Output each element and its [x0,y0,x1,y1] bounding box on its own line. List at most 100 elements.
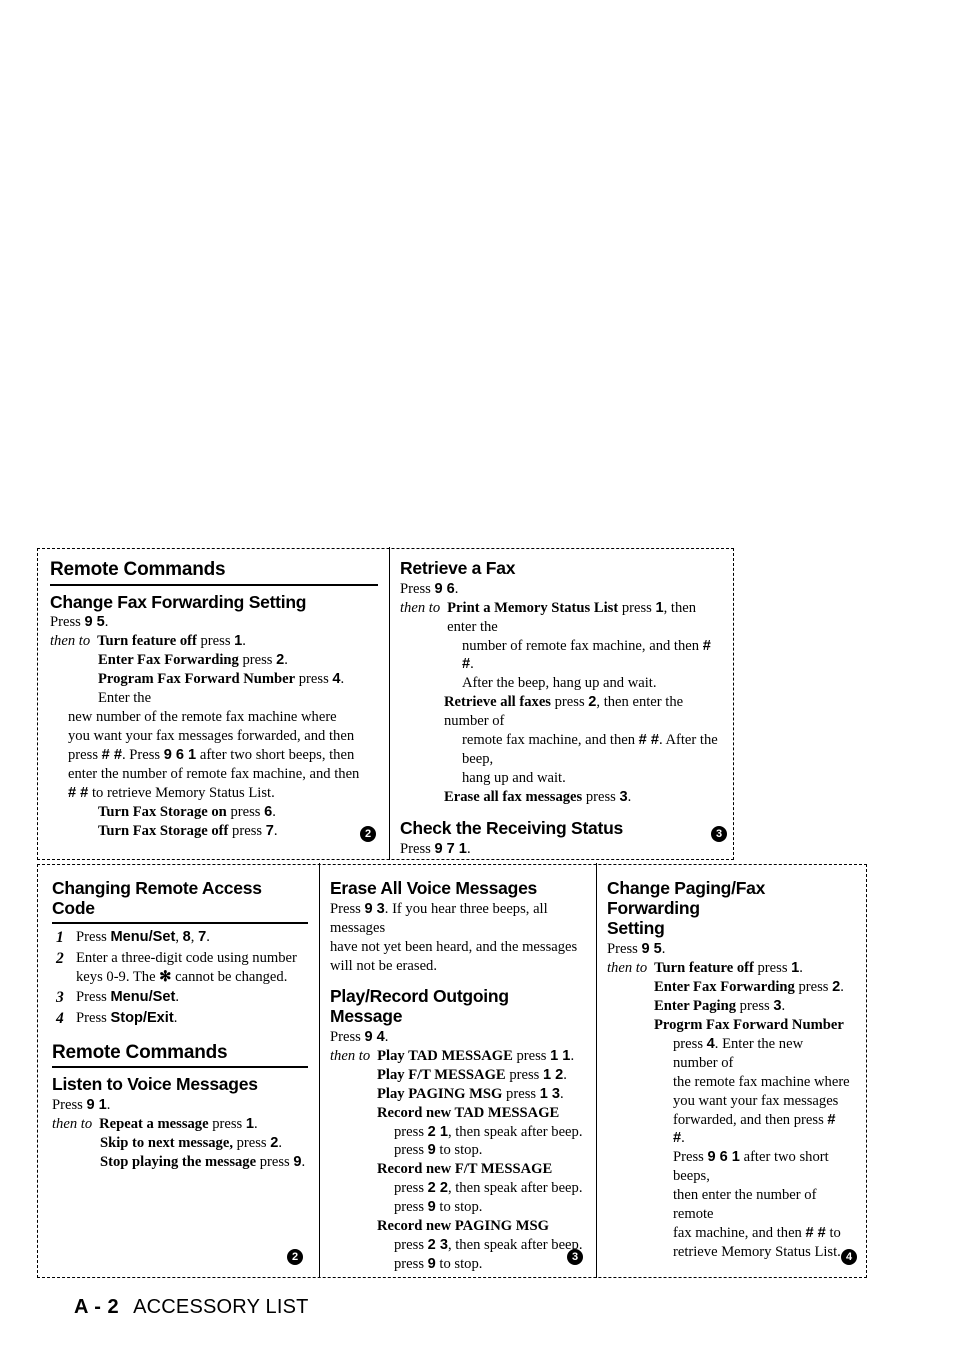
frag-b: to stop. [435,1256,483,1273]
frag-key-2: 9 6 1 [163,747,197,764]
frag-b: , then speak after beep. [447,1180,583,1197]
frag-key: 9 [427,1142,436,1159]
step-item: 2 Enter a three-digit code using number … [52,949,308,987]
progrm-line-4: forwarded, and then press # #. [607,1111,851,1149]
record-group-line-1: press 2 2, then speak after beep. [330,1179,584,1198]
item-key: 1 1 [550,1047,571,1064]
record-group-line-2: press 9 to stop. [330,1141,584,1160]
item-bold: Turn Fax Storage on [98,804,227,821]
item-tail: . [563,1066,567,1083]
paging-press-line: Press 9 5. [607,940,851,959]
item-rest: press [736,997,774,1014]
then-to-row-1: then to Turn feature off press 1. [50,632,378,651]
frag-b: . Press [121,747,164,764]
frag-key: 4 [706,1035,715,1052]
step-item: 1 Press Menu/Set, 8, 7. [52,928,308,948]
item-bold: Print a Memory Status List [447,599,619,616]
bottom-group-divider-1 [319,863,320,1279]
play-then-to-row-3: Play PAGING MSG press 1 3. [330,1085,584,1104]
item-tail: . [242,633,246,650]
frag-tail: . [206,929,210,946]
step-number: 2 [56,950,64,968]
page-marker-2-bottom-left: 2 [287,1249,303,1265]
retrieve-press-line: Press 9 6. [400,580,722,599]
frag-key: 9 [427,1256,436,1273]
frag-key-2: 7 [198,929,207,946]
item-bold: Enter Fax Forwarding [98,652,239,669]
frag-b: , then speak after beep. [447,1237,583,1254]
erase-line-3: will not be erased. [330,957,437,974]
item-key: 3 [619,789,628,806]
item-key: 1 2 [542,1066,564,1083]
footer-title: ACCESSORY LIST [133,1296,309,1318]
item-bold: Program Fax Forward Number [98,671,296,688]
press-label: Press [50,614,81,631]
record-group-title: Record new TAD MESSAGE [377,1104,560,1121]
frag-bold: Menu/Set [110,929,176,946]
footer-page-number: A - 2 [74,1296,120,1318]
press-end: . [104,614,109,631]
frag-key: # # [68,785,89,802]
frag-a: Press [330,900,365,917]
item-bold: Play PAGING MSG [377,1085,503,1102]
heading-change-paging-fax-forwarding-line-1: Change Paging/Fax Forwarding [607,878,766,918]
frag-pre: Press [76,1010,111,1027]
press-keys: 9 5 [641,940,662,957]
item-rest: press [550,694,589,711]
then-to-label: then to [52,1115,93,1132]
press-line: Press 9 5. [50,613,378,632]
item-bold: Repeat a message [99,1115,209,1132]
frag-key-1: # # [101,747,122,764]
press-label: Press [607,940,638,957]
frag-a: press [394,1199,428,1216]
frag-mid: , [175,929,183,946]
item-tail: . [799,959,803,976]
frag-a: forwarded, and then press [673,1111,828,1128]
frag-bold: Stop/Exit [110,1010,174,1027]
press-label: Press [52,1096,83,1113]
frag-line-2b: cannot be changed. [171,969,288,986]
item-tail: . [278,1134,283,1151]
erase-line-2: have not yet been heard, and the message… [330,938,578,955]
frag-key: # # [805,1225,826,1242]
step-text: Press Menu/Set, 8, 7. [76,928,308,947]
step-text: Press Stop/Exit. [76,1009,308,1028]
item-bold: Stop playing the message [100,1153,257,1170]
page-marker-3-bottom-middle: 3 [567,1249,583,1265]
access-code-steps: 1 Press Menu/Set, 8, 7. 2 Enter a three-… [52,928,308,1029]
step-number: 4 [56,1010,64,1028]
record-group-line-2: press 9 to stop. [330,1255,584,1274]
retrieve-cont-line-1: remote fax machine, and then # #. After … [400,731,722,769]
frag-b: . [681,1130,685,1147]
frag-line-1: Enter a three-digit code using number [76,950,297,967]
item-key: 2 [832,978,841,995]
heading-change-fax-forwarding-setting: Change Fax Forwarding Setting [50,591,307,612]
frag-key: 9 6 1 [707,1149,740,1166]
listen-then-to-row-1: then to Repeat a message press 1. [52,1115,308,1134]
retrieve-then-to-row-2: Retrieve all faxes press 2, then enter t… [400,693,722,731]
item-rest: press [794,978,833,995]
retrieve-then-to-row-3: Erase all fax messages press 3. [400,788,722,807]
progrm-line-1: press 4. Enter the new number of [607,1035,851,1073]
item-rest: press [295,671,333,688]
frag-key: 9 [427,1199,436,1216]
then-to-label: then to [607,959,648,976]
frag-pre: Press [76,989,111,1006]
play-then-to-row-2: Play F/T MESSAGE press 1 2. [330,1066,584,1085]
item-tail: . [301,1153,306,1170]
item-bold: Retrieve all faxes [444,694,551,711]
panel-change-fax-forwarding: Remote Commands Change Fax Forwarding Se… [46,555,384,855]
frag-a: fax machine, and then [673,1225,806,1242]
panel-retrieve-a-fax: Retrieve a Fax Press 9 6. then to Print … [398,555,728,855]
heading-remote-commands: Remote Commands [50,559,378,586]
press-keys: 9 7 1 [434,840,467,855]
frag-a: press [673,1035,707,1052]
step-item: 4 Press Stop/Exit. [52,1009,308,1029]
then-to-row-5: Turn Fax Storage off press 7. [50,822,378,841]
frag-tail: . [175,989,179,1006]
frag-key: # # [638,732,659,749]
item-bold: Skip to next message, [100,1134,233,1151]
item-key: 2 [276,652,285,669]
retrieve-then-to-row-1: then to Print a Memory Status List press… [400,599,722,637]
progrm-line-2: the remote fax machine where [673,1073,850,1090]
